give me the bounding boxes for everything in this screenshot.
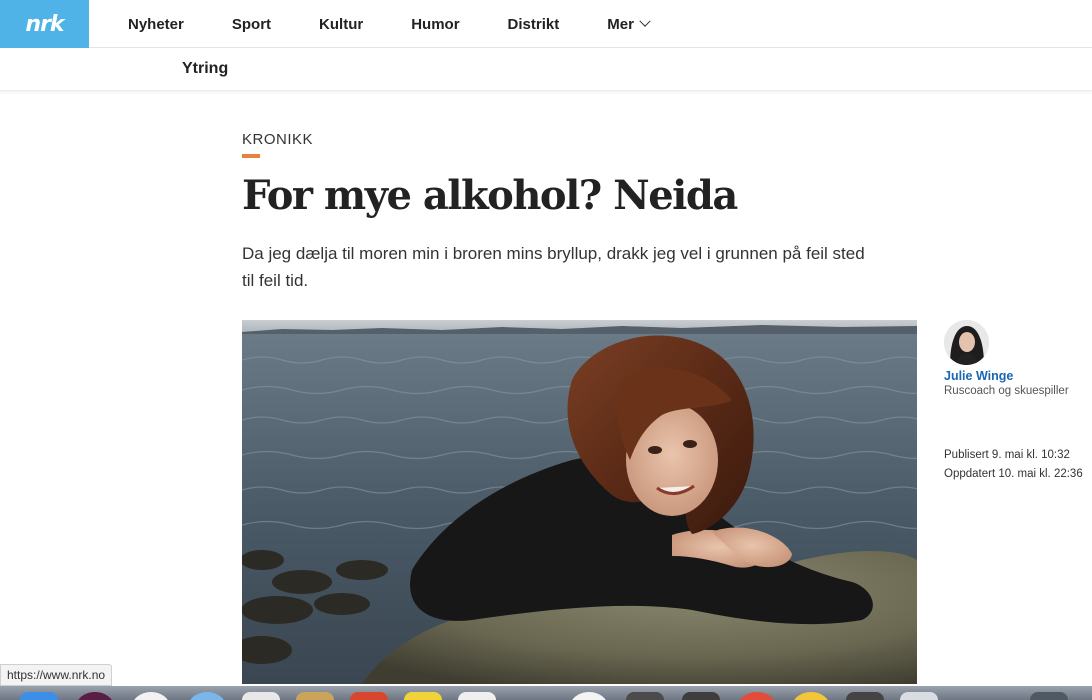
finder-icon[interactable] (20, 692, 58, 700)
nav-items: Nyheter Sport Kultur Humor Distrikt Mer (112, 0, 681, 48)
nav-item-nyheter[interactable]: Nyheter (112, 16, 184, 33)
more-label: Mer (607, 15, 634, 33)
section-link-ytring[interactable]: Ytring (182, 60, 228, 78)
appstore-icon[interactable] (900, 692, 938, 700)
nav-item-humor[interactable]: Humor (395, 16, 459, 33)
macos-dock (0, 686, 1092, 700)
chevron-down-icon (639, 15, 651, 27)
logo-text: nrk (25, 11, 64, 37)
author-photo (944, 320, 989, 365)
messages-icon[interactable] (570, 692, 608, 700)
article-meta: Publisert 9. mai kl. 10:32 Oppdatert 10.… (944, 446, 1083, 484)
text-icon[interactable] (404, 692, 442, 700)
stickies-icon[interactable] (350, 692, 388, 700)
photos-icon[interactable] (458, 692, 496, 700)
author-avatar[interactable] (944, 320, 989, 365)
nav-item-distrikt[interactable]: Distrikt (492, 16, 560, 33)
author-name-link[interactable]: Julie Winge (944, 369, 1092, 383)
kicker-accent-bar (242, 154, 260, 158)
facetime-icon[interactable] (626, 692, 664, 700)
article-headline: For mye alkohol? Neida (242, 172, 738, 219)
nav-item-sport[interactable]: Sport (216, 16, 271, 33)
notes-icon[interactable] (296, 692, 334, 700)
nrk-logo[interactable]: nrk (0, 0, 89, 48)
chrome-icon[interactable] (682, 692, 720, 700)
maps-icon[interactable] (738, 692, 776, 700)
safari-icon[interactable] (132, 692, 170, 700)
article-lead: Da jeg dælja til moren min i broren mins… (242, 244, 865, 290)
browser-status-url: https://www.nrk.no (0, 664, 113, 686)
trash-icon[interactable] (1030, 692, 1068, 700)
author-block: Julie Winge Ruscoach og skuespiller (944, 320, 1092, 397)
nav-item-kultur[interactable]: Kultur (303, 16, 363, 33)
nav-item-more[interactable]: Mer (591, 15, 651, 33)
section-subnav: Ytring (0, 48, 1092, 91)
calendar-icon[interactable] (242, 692, 280, 700)
launchpad-icon[interactable] (188, 692, 226, 700)
article-hero-image[interactable] (242, 320, 917, 684)
preview-icon[interactable] (846, 692, 884, 700)
article-kicker: KRONIKK (242, 131, 314, 148)
author-role: Ruscoach og skuespiller (944, 385, 1069, 397)
mail-icon[interactable] (792, 692, 830, 700)
itunes-icon[interactable] (76, 692, 114, 700)
top-navigation: nrk Nyheter Sport Kultur Humor Distrikt … (0, 0, 1092, 48)
published-date: Publisert 9. mai kl. 10:32 (944, 449, 1070, 461)
hero-photo (242, 320, 917, 684)
updated-date: Oppdatert 10. mai kl. 22:36 (944, 468, 1083, 480)
